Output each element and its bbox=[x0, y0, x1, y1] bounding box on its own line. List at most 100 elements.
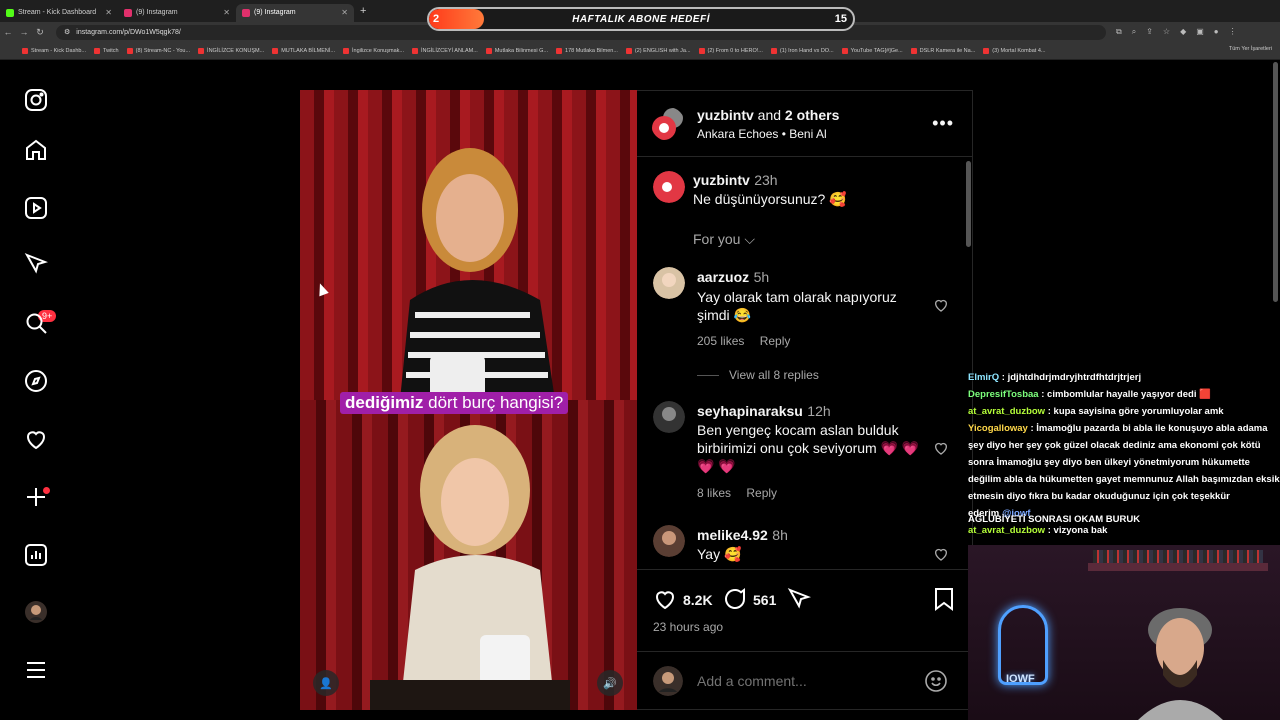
reload-icon[interactable]: ↻ bbox=[32, 27, 48, 38]
caption-username[interactable]: yuzbintv bbox=[693, 172, 750, 188]
bookmark-item[interactable]: (3) Mortal Kombat 4... bbox=[983, 47, 1045, 54]
explore-compass-icon[interactable] bbox=[24, 369, 48, 393]
chat-separator: : bbox=[1038, 389, 1048, 400]
tab-instagram-2[interactable]: (9) Instagram ✕ bbox=[236, 3, 354, 22]
comment-like-heart-icon[interactable] bbox=[933, 440, 949, 456]
commenter-avatar[interactable] bbox=[653, 525, 685, 557]
more-options-icon[interactable]: ••• bbox=[932, 113, 954, 134]
bookmark-item[interactable]: Stream - Kick Dashb... bbox=[22, 47, 87, 54]
bookmark-item[interactable]: İNGİLİZCEYİ ANLAM... bbox=[411, 47, 478, 54]
tab-kick-dashboard[interactable]: Stream - Kick Dashboard ✕ bbox=[0, 4, 118, 22]
home-icon[interactable] bbox=[24, 138, 48, 162]
chat-separator: : bbox=[1045, 406, 1054, 417]
save-bookmark-icon[interactable] bbox=[933, 587, 955, 611]
bookmark-item[interactable]: (1) Iron Hand vs DO... bbox=[770, 47, 834, 54]
chat-separator: : bbox=[999, 372, 1008, 383]
commenter-avatar[interactable] bbox=[653, 267, 685, 299]
chat-separator: : bbox=[1045, 525, 1054, 536]
view-replies-button[interactable]: View all 8 replies bbox=[697, 368, 819, 382]
comment-username[interactable]: seyhapinaraksu bbox=[697, 403, 803, 419]
streamer-image bbox=[1138, 608, 1223, 720]
bookmark-favicon-icon bbox=[841, 47, 848, 54]
bookmark-item[interactable]: 178 Mutlaka Bilmen... bbox=[556, 47, 618, 54]
comment-bubble-icon[interactable] bbox=[723, 587, 747, 611]
install-icon[interactable]: ⧉ bbox=[1116, 27, 1122, 37]
bookmark-item[interactable]: (2) From 0 to HERO!... bbox=[698, 47, 763, 54]
bookmark-item[interactable]: (8) Stream-NC - You... bbox=[126, 47, 190, 54]
profile-icon[interactable]: ● bbox=[1214, 27, 1219, 37]
profile-avatar[interactable] bbox=[24, 600, 48, 624]
chat-username: at_avrat_duzbow bbox=[968, 406, 1046, 417]
comment-sort-dropdown[interactable]: For you ⌵ bbox=[693, 231, 755, 248]
comment-likes[interactable]: 8 likes bbox=[697, 486, 731, 500]
author-avatar-small[interactable] bbox=[653, 171, 685, 203]
reply-button[interactable]: Reply bbox=[746, 486, 777, 500]
comment-likes[interactable]: 205 likes bbox=[697, 334, 744, 348]
add-comment-input[interactable]: Add a comment... bbox=[697, 673, 807, 689]
more-menu-icon[interactable] bbox=[24, 658, 48, 682]
create-plus-icon[interactable] bbox=[24, 485, 48, 509]
bookmark-item[interactable]: İNGİLİZCE KONUŞM... bbox=[198, 47, 264, 54]
reply-button[interactable]: Reply bbox=[760, 334, 791, 348]
author-avatar[interactable] bbox=[651, 107, 685, 141]
comment-like-heart-icon[interactable] bbox=[933, 546, 949, 562]
url-text: instagram.com/p/DWo1W5qgk78/ bbox=[76, 28, 181, 36]
bookmark-item[interactable]: DSLR Kamera ile Na... bbox=[910, 47, 975, 54]
close-icon[interactable]: ✕ bbox=[223, 8, 230, 17]
comment-text: Yay 🥰 bbox=[697, 546, 742, 562]
bookmark-item[interactable]: İngilizce Konuşmak... bbox=[343, 47, 404, 54]
comment-like-heart-icon[interactable] bbox=[933, 297, 949, 313]
all-bookmarks-link[interactable]: Tüm Yer İşaretleri bbox=[1229, 46, 1272, 52]
close-icon[interactable]: ✕ bbox=[341, 8, 348, 17]
commenter-avatar[interactable] bbox=[653, 401, 685, 433]
share-send-icon[interactable] bbox=[787, 587, 811, 611]
comment-time: 8h bbox=[772, 527, 788, 543]
close-icon[interactable]: ✕ bbox=[105, 8, 112, 17]
extensions-puzzle-icon[interactable]: ▣ bbox=[1196, 27, 1204, 37]
mute-icon[interactable]: 🔊 bbox=[597, 670, 623, 696]
comment-username[interactable]: melike4.92 bbox=[697, 527, 768, 543]
menu-dots-icon[interactable]: ⋮ bbox=[1229, 27, 1237, 37]
bookmark-item[interactable]: Mutlaka Bilinmesi G... bbox=[485, 47, 548, 54]
page-scrollbar[interactable] bbox=[1273, 62, 1278, 302]
like-count[interactable]: 8.2K bbox=[683, 592, 713, 608]
dashboard-chart-icon[interactable] bbox=[24, 543, 48, 567]
like-heart-icon[interactable] bbox=[653, 587, 677, 611]
bookmark-item[interactable]: MUTLAKA BİLMENİ... bbox=[272, 47, 335, 54]
back-icon[interactable]: ← bbox=[0, 27, 16, 37]
author-username[interactable]: yuzbintv bbox=[697, 107, 754, 123]
audio-info[interactable]: Ankara Echoes • Beni Al bbox=[697, 127, 827, 141]
bookmark-item[interactable]: Twitch bbox=[94, 47, 119, 54]
webcam-feed: IOWF bbox=[968, 545, 1280, 720]
posted-time[interactable]: 23 hours ago bbox=[653, 620, 723, 634]
forward-icon[interactable]: → bbox=[16, 27, 32, 37]
extension-icon[interactable]: ◆ bbox=[1180, 27, 1186, 37]
emoji-icon[interactable] bbox=[924, 669, 948, 693]
sort-label: For you bbox=[693, 231, 741, 247]
bookmark-item[interactable]: (2) ENGLISH with Ja... bbox=[625, 47, 691, 54]
bookmark-favicon-icon bbox=[411, 47, 418, 54]
chat-username: DepresifTosbaa bbox=[968, 389, 1039, 400]
instagram-logo-icon[interactable] bbox=[24, 88, 48, 112]
bookmark-item[interactable]: YouTube TAG[#]Ge... bbox=[841, 47, 903, 54]
notifications-heart-icon[interactable] bbox=[24, 427, 48, 451]
zoom-icon[interactable]: ⌕ bbox=[1132, 27, 1136, 37]
bookmark-label: YouTube TAG[#]Ge... bbox=[850, 47, 903, 54]
post-media[interactable]: dediğimiz dört burç hangisi? 👤 🔊 bbox=[300, 90, 637, 710]
bookmark-label: Stream - Kick Dashb... bbox=[31, 47, 87, 54]
collaborators-link[interactable]: 2 others bbox=[785, 107, 839, 123]
bookmark-star-icon[interactable]: ☆ bbox=[1163, 27, 1170, 37]
messages-icon[interactable] bbox=[24, 252, 48, 276]
comments-scrollbar[interactable] bbox=[966, 161, 971, 247]
comment-username[interactable]: aarzuoz bbox=[697, 269, 749, 285]
new-tab-button[interactable]: + bbox=[360, 5, 366, 17]
bookmark-label: Twitch bbox=[103, 47, 119, 54]
share-icon[interactable]: ⇪ bbox=[1146, 27, 1153, 37]
current-user-avatar[interactable] bbox=[653, 666, 683, 696]
site-info-icon[interactable]: ⚙ bbox=[64, 28, 70, 36]
woman-top-image bbox=[400, 148, 555, 400]
reels-icon[interactable] bbox=[24, 196, 48, 220]
tab-instagram-1[interactable]: (9) Instagram ✕ bbox=[118, 4, 236, 22]
tagged-user-icon[interactable]: 👤 bbox=[313, 670, 339, 696]
search-icon[interactable] bbox=[24, 311, 48, 335]
